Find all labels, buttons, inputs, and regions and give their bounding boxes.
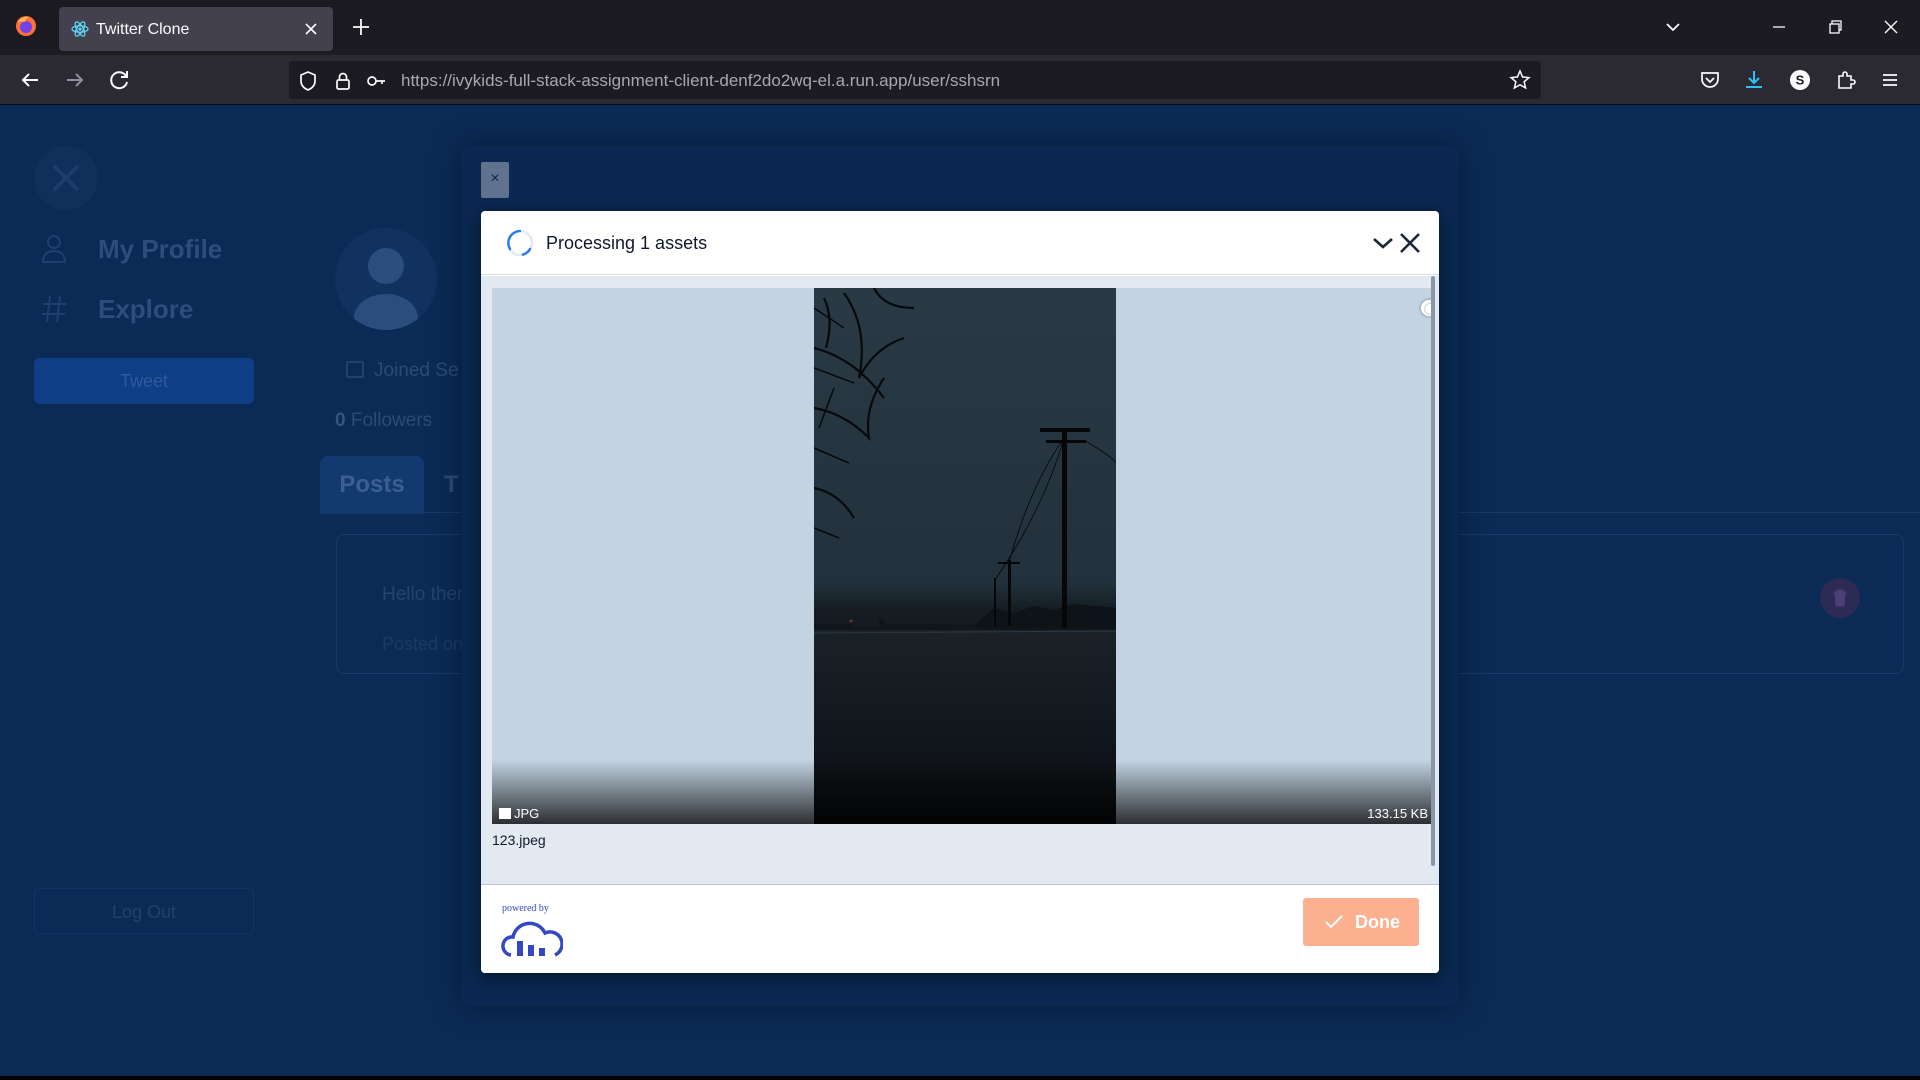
forward-icon[interactable]	[61, 66, 89, 94]
preview-fade	[492, 760, 1432, 824]
checkmark-icon	[1325, 915, 1343, 929]
sidebar-item-label: My Profile	[98, 234, 223, 264]
hashtag-icon	[42, 295, 66, 323]
x-logo[interactable]	[34, 146, 98, 210]
tab-twitter-clone[interactable]: Twitter Clone	[59, 7, 333, 51]
lock-icon[interactable]	[332, 70, 354, 92]
cloudinary-logo-icon[interactable]	[501, 919, 563, 959]
person-icon	[41, 235, 67, 263]
extensions-icon[interactable]	[1834, 68, 1858, 92]
photo-thumbnail	[814, 288, 1116, 824]
shield-icon[interactable]	[297, 70, 319, 92]
tab-second[interactable]: T	[444, 456, 459, 514]
downloads-icon[interactable]	[1742, 68, 1766, 92]
tweet-button[interactable]: Tweet	[34, 358, 254, 404]
sidebar-item-explore[interactable]: Explore	[40, 292, 193, 328]
url-bar[interactable]: https://ivykids-full-stack-assignment-cl…	[289, 61, 1541, 99]
react-icon	[71, 21, 89, 37]
new-tab-icon[interactable]	[348, 14, 374, 40]
browser-tab-bar: Twitter Clone	[0, 0, 1920, 55]
file-type: JPG	[499, 806, 539, 821]
upload-widget: Processing 1 assets JPG 133.15 KB 123.jp…	[481, 211, 1439, 973]
pocket-icon[interactable]	[1698, 68, 1722, 92]
file-size: 133.15 KB	[1367, 806, 1428, 821]
chevron-down-icon[interactable]	[1371, 231, 1395, 255]
url-path: /user/sshsrn	[907, 71, 1001, 90]
widget-title: Processing 1 assets	[546, 233, 708, 253]
account-avatar-icon[interactable]: S	[1788, 68, 1812, 92]
file-name: 123.jpeg	[492, 832, 546, 848]
sidebar-item-label: Explore	[98, 294, 194, 324]
minimize-icon[interactable]	[1766, 14, 1792, 40]
image-icon	[499, 808, 511, 819]
done-button[interactable]: Done	[1303, 898, 1419, 946]
widget-footer: powered by Done	[481, 884, 1439, 973]
post-meta: Posted on	[382, 634, 464, 654]
followers-label: Followers	[350, 410, 433, 431]
post-text: Hello there	[382, 584, 474, 605]
back-icon[interactable]	[16, 66, 44, 94]
avatar	[335, 228, 437, 330]
url-host: https://ivykids-full-stack-assignment-cl…	[401, 71, 908, 90]
widget-body: JPG 133.15 KB 123.jpeg	[481, 276, 1439, 884]
trash-icon	[1833, 589, 1847, 607]
modal-close-button[interactable]: ×	[481, 162, 509, 198]
scrollbar[interactable]	[1431, 276, 1435, 866]
followers-number: 0	[335, 410, 346, 431]
url-text[interactable]: https://ivykids-full-stack-assignment-cl…	[401, 71, 1000, 91]
followers-count[interactable]: 0 Followers	[335, 410, 432, 432]
restore-icon[interactable]	[1822, 14, 1848, 40]
file-type-label: JPG	[514, 806, 540, 821]
loading-spinner-icon	[506, 229, 534, 257]
delete-post-button[interactable]	[1820, 578, 1860, 618]
asset-preview[interactable]: JPG 133.15 KB	[492, 288, 1432, 824]
close-icon[interactable]	[1397, 230, 1423, 256]
logout-button[interactable]: Log Out	[34, 888, 254, 934]
menu-icon[interactable]	[1878, 68, 1902, 92]
svg-text:S: S	[1796, 73, 1805, 88]
calendar-icon	[346, 361, 364, 378]
tab-posts[interactable]: Posts	[320, 456, 424, 514]
bookmark-star-icon[interactable]	[1509, 69, 1531, 91]
window-close-icon[interactable]	[1878, 14, 1904, 40]
reload-icon[interactable]	[106, 66, 134, 94]
sidebar-item-my-profile[interactable]: My Profile	[40, 232, 222, 268]
powered-by-text: powered by	[502, 903, 549, 914]
joined-date: Joined Se	[346, 360, 459, 382]
x-logo-icon	[52, 164, 80, 192]
joined-text: Joined Se	[374, 360, 459, 381]
done-label: Done	[1355, 912, 1400, 932]
tab-title: Twitter Clone	[96, 21, 190, 38]
key-icon[interactable]	[365, 70, 387, 92]
tab-close-icon[interactable]	[299, 17, 323, 41]
firefox-logo-icon[interactable]	[14, 14, 38, 38]
widget-header: Processing 1 assets	[481, 211, 1439, 275]
list-all-tabs-icon[interactable]	[1660, 14, 1686, 40]
page-bottom-edge	[0, 1076, 1920, 1080]
default-avatar-icon	[354, 248, 418, 330]
browser-toolbar: https://ivykids-full-stack-assignment-cl…	[0, 55, 1920, 105]
